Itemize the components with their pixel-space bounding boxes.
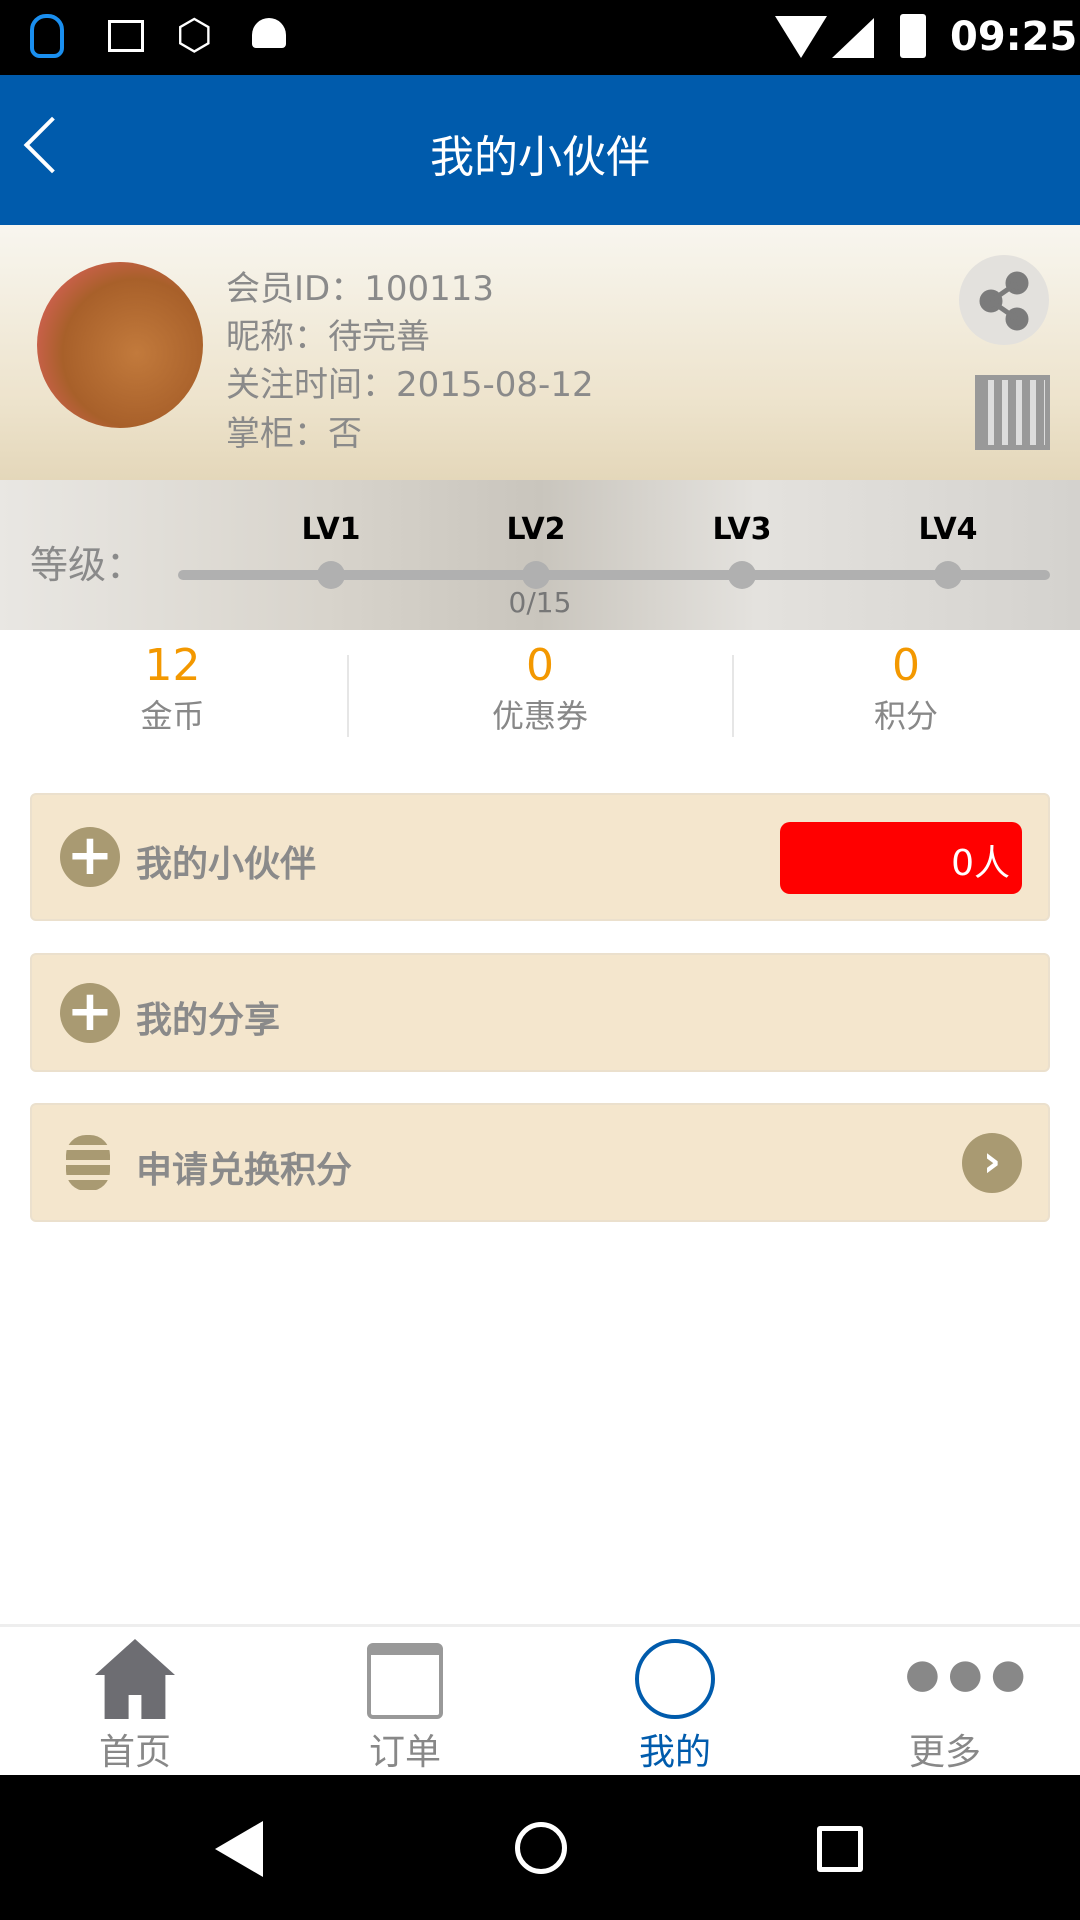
follow-time: 关注时间：2015-08-12 <box>226 365 594 405</box>
qq-notification-icon <box>30 14 64 58</box>
page-title: 我的小伙伴 <box>430 132 650 183</box>
nickname: 昵称：待完善 <box>226 317 430 357</box>
level-lv4: LV4 <box>918 512 978 547</box>
share-button[interactable] <box>959 255 1049 345</box>
nav-label: 订单 <box>368 1732 441 1773</box>
card-my-shares[interactable]: + 我的分享 <box>30 953 1050 1072</box>
wifi-icon <box>775 16 827 58</box>
level-lv2: LV2 <box>506 512 566 547</box>
calendar-icon <box>367 1643 443 1719</box>
avatar[interactable] <box>37 262 203 428</box>
level-dot-2 <box>522 561 550 589</box>
chevron-right-icon: › <box>962 1133 1022 1193</box>
nav-orders[interactable]: 订单 <box>270 1627 540 1778</box>
partner-count-badge: 0人 <box>780 822 1022 894</box>
app-header: 我的小伙伴 <box>0 75 1080 225</box>
user-icon <box>635 1639 715 1719</box>
coins-icon <box>66 1135 110 1191</box>
stat-points[interactable]: 0 积分 <box>726 640 1080 737</box>
stat-label: 积分 <box>873 697 938 735</box>
home-circle-icon[interactable] <box>515 1822 567 1874</box>
status-time: 09:25 <box>950 14 1078 60</box>
nav-label: 我的 <box>638 1732 711 1773</box>
card-label: 申请兑换积分 <box>136 1150 353 1191</box>
battery-icon <box>900 14 926 58</box>
stat-coins[interactable]: 12 金币 <box>0 640 345 737</box>
stat-label: 优惠券 <box>491 697 588 735</box>
nav-label: 更多 <box>908 1732 981 1773</box>
level-progress-track <box>178 570 1050 580</box>
bottom-nav: 首页 订单 我的 ●●● 更多 <box>0 1624 1080 1775</box>
level-section: 等级： LV1 LV2 LV3 LV4 0/15 <box>0 480 1080 630</box>
qr-code-button[interactable] <box>975 375 1050 450</box>
back-triangle-icon[interactable] <box>215 1821 263 1877</box>
profile-section: 会员ID：100113 昵称：待完善 关注时间：2015-08-12 掌柜：否 <box>0 225 1080 480</box>
more-dots-icon: ●●● <box>905 1651 1034 1697</box>
home-icon <box>95 1639 175 1719</box>
hexagon-notification-icon: ⬡ <box>176 10 213 59</box>
nav-more[interactable]: ●●● 更多 <box>810 1627 1080 1778</box>
nav-mine[interactable]: 我的 <box>540 1627 810 1778</box>
image-notification-icon <box>108 20 144 52</box>
card-redeem-points[interactable]: 申请兑换积分 › <box>30 1103 1050 1222</box>
plus-icon: + <box>60 983 120 1043</box>
android-notification-icon <box>252 18 286 48</box>
plus-icon: + <box>60 827 120 887</box>
member-id: 会员ID：100113 <box>226 269 494 309</box>
share-icon <box>979 271 1029 331</box>
stat-value: 0 <box>526 640 554 691</box>
level-progress-text: 0/15 <box>508 586 572 619</box>
level-dot-1 <box>317 561 345 589</box>
nav-home[interactable]: 首页 <box>0 1627 270 1778</box>
stat-label: 金币 <box>140 697 205 735</box>
card-my-partners[interactable]: + 我的小伙伴 0人 <box>30 793 1050 921</box>
level-dot-3 <box>728 561 756 589</box>
status-bar: ⬡ 09:25 <box>0 0 1080 75</box>
card-label: 我的小伙伴 <box>136 844 317 885</box>
divider <box>347 655 349 737</box>
level-label: 等级： <box>30 543 145 587</box>
signal-icon <box>832 18 874 58</box>
level-lv3: LV3 <box>712 512 772 547</box>
stat-value: 0 <box>892 640 920 691</box>
stat-value: 12 <box>144 640 201 691</box>
nav-label: 首页 <box>98 1732 171 1773</box>
recents-square-icon[interactable] <box>817 1826 863 1872</box>
stat-coupons[interactable]: 0 优惠券 <box>360 640 720 737</box>
level-dot-4 <box>934 561 962 589</box>
level-lv1: LV1 <box>301 512 361 547</box>
shopkeeper-status: 掌柜：否 <box>226 414 362 454</box>
card-label: 我的分享 <box>136 1000 281 1041</box>
system-nav-bar <box>0 1775 1080 1920</box>
